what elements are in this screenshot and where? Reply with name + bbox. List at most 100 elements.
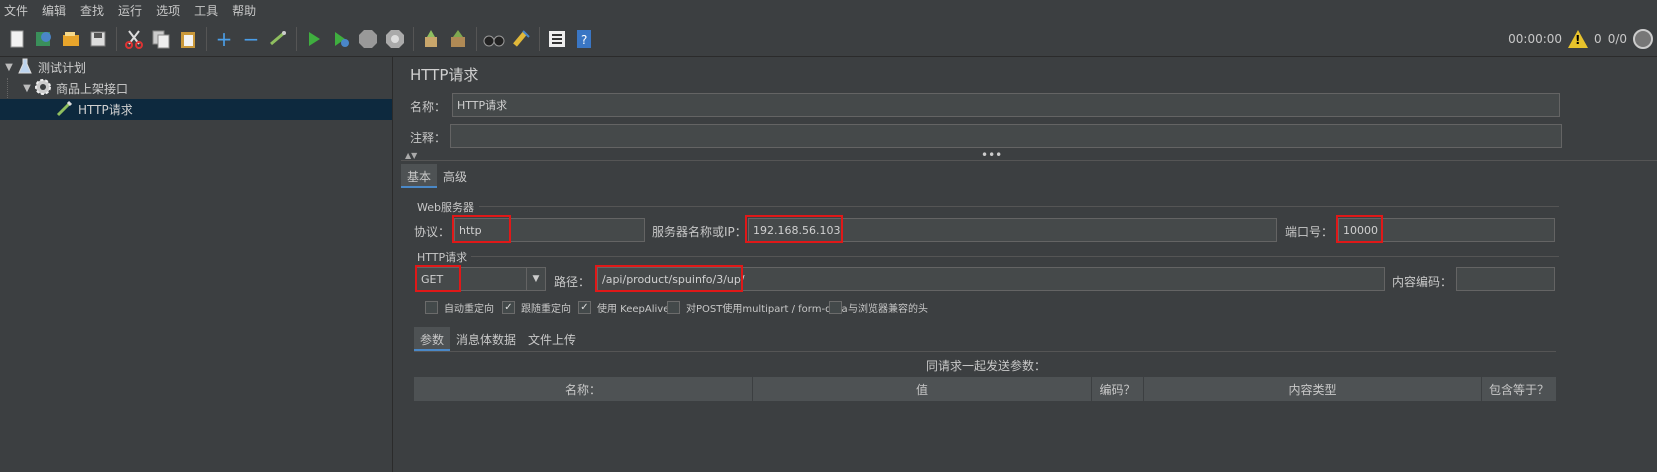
- open-icon[interactable]: [60, 28, 82, 50]
- highlight-box: [745, 215, 843, 243]
- checkbox-box[interactable]: [667, 301, 680, 314]
- toolbar-separator: [206, 26, 207, 51]
- pipette-icon: [56, 99, 74, 120]
- svg-text:?: ?: [581, 33, 587, 47]
- checkbox-auto-redirect[interactable]: 自动重定向: [425, 300, 494, 315]
- tab-file-upload[interactable]: 文件上传: [522, 327, 582, 351]
- chevron-down-icon[interactable]: ▼: [20, 83, 34, 94]
- params-table-header: 名称： 值 编码？ 内容类型 包含等于？: [414, 377, 1556, 401]
- column-header-content-type[interactable]: 内容类型: [1144, 377, 1482, 401]
- checkmark-icon[interactable]: ✓: [578, 301, 591, 314]
- templates-icon[interactable]: [33, 28, 55, 50]
- chevron-down-icon[interactable]: ▼: [526, 267, 546, 291]
- toolbar: + − ? 00:00:00 0 0/0: [0, 21, 1657, 57]
- menu-edit[interactable]: 编辑: [42, 2, 66, 19]
- splitter-handle-icon[interactable]: •••: [981, 148, 1002, 162]
- search-icon[interactable]: [483, 28, 505, 50]
- tree-item-thread-group[interactable]: ▼ 商品上架接口: [0, 78, 392, 99]
- save-icon[interactable]: [87, 28, 109, 50]
- checkbox-browser-headers[interactable]: 与浏览器兼容的头: [829, 300, 928, 315]
- warning-count: 0: [1594, 32, 1602, 46]
- encoding-label: 内容编码：: [1392, 275, 1453, 289]
- toolbar-separator: [539, 26, 540, 51]
- cut-icon[interactable]: [123, 28, 145, 50]
- tree-item-test-plan[interactable]: ▼ 测试计划: [0, 57, 392, 78]
- tab-divider: [414, 351, 1556, 352]
- protocol-label: 协议：: [414, 225, 451, 239]
- tab-parameters[interactable]: 参数: [414, 327, 451, 351]
- expand-icon[interactable]: +: [213, 27, 235, 51]
- help-icon[interactable]: ?: [573, 28, 595, 50]
- tab-body-data[interactable]: 消息体数据: [450, 327, 522, 351]
- web-server-group-title: Web服务器: [417, 201, 474, 214]
- port-label: 端口号：: [1285, 225, 1334, 239]
- toggle-icon[interactable]: [267, 28, 289, 50]
- toolbar-separator: [296, 26, 297, 51]
- name-field[interactable]: HTTP请求: [452, 93, 1560, 117]
- active-threads: 0/0: [1607, 32, 1627, 46]
- elapsed-timer: 00:00:00: [1508, 32, 1563, 46]
- copy-icon[interactable]: [150, 28, 172, 50]
- start-icon[interactable]: [303, 28, 325, 50]
- highlight-box: [415, 265, 461, 292]
- start-no-pause-icon[interactable]: [330, 28, 352, 50]
- chevron-down-icon[interactable]: ▼: [2, 62, 16, 73]
- column-header-include-equals[interactable]: 包含等于？: [1482, 377, 1556, 401]
- warning-icon[interactable]: [1568, 30, 1589, 48]
- reset-search-icon[interactable]: [510, 28, 532, 50]
- splitter-arrows-icon[interactable]: ▲▼: [405, 151, 417, 160]
- menu-help[interactable]: 帮助: [232, 2, 256, 19]
- shutdown-icon[interactable]: [384, 28, 406, 50]
- path-label: 路径：: [554, 275, 591, 289]
- request-data-tabs: 参数 消息体数据 文件上传: [414, 327, 582, 351]
- menu-run[interactable]: 运行: [118, 2, 142, 19]
- highlight-box: [595, 265, 743, 292]
- checkbox-box[interactable]: [829, 301, 842, 314]
- menu-file[interactable]: 文件: [4, 2, 28, 19]
- comment-label: 注释：: [410, 131, 447, 145]
- checkbox-box[interactable]: [425, 301, 438, 314]
- checkbox-follow-redirect[interactable]: ✓ 跟随重定向: [502, 300, 571, 315]
- menu-options[interactable]: 选项: [156, 2, 180, 19]
- collapse-icon[interactable]: −: [240, 27, 262, 51]
- paste-icon[interactable]: [177, 28, 199, 50]
- remote-globe-icon[interactable]: [1633, 29, 1653, 49]
- tab-basic[interactable]: 基本: [401, 164, 438, 188]
- column-header-encode[interactable]: 编码？: [1092, 377, 1144, 401]
- tree-item-label: HTTP请求: [78, 103, 133, 117]
- gear-icon: [34, 78, 52, 99]
- name-label: 名称：: [410, 100, 447, 114]
- toolbar-status: 00:00:00 0 0/0: [1508, 21, 1653, 57]
- checkbox-multipart[interactable]: 对POST使用multipart / form-data: [667, 300, 848, 315]
- checkbox-label: 使用 KeepAlive: [597, 304, 670, 315]
- new-icon[interactable]: [6, 28, 28, 50]
- toolbar-separator: [116, 26, 117, 51]
- tree-item-label: 测试计划: [38, 61, 87, 75]
- clear-icon[interactable]: [420, 28, 442, 50]
- checkbox-label: 与浏览器兼容的头: [848, 304, 928, 315]
- group-divider: [479, 206, 1559, 207]
- toolbar-separator: [476, 26, 477, 51]
- checkbox-label: 跟随重定向: [521, 304, 571, 315]
- http-request-panel: HTTP请求 名称： HTTP请求 注释： ▲▼ ••• 基本 高级 Web服务…: [401, 57, 1657, 472]
- menu-tools[interactable]: 工具: [194, 2, 218, 19]
- tree-item-http-request[interactable]: HTTP请求: [0, 99, 392, 120]
- clear-all-icon[interactable]: [447, 28, 469, 50]
- checkbox-keepalive[interactable]: ✓ 使用 KeepAlive: [578, 300, 669, 315]
- params-caption: 同请求一起发送参数：: [925, 359, 1046, 373]
- http-request-group-title: HTTP请求: [417, 251, 468, 264]
- comment-field[interactable]: [450, 124, 1562, 148]
- server-label: 服务器名称或IP：: [652, 225, 747, 239]
- checkbox-label: 对POST使用multipart / form-data: [686, 304, 848, 315]
- function-helper-icon[interactable]: [546, 28, 568, 50]
- column-header-value[interactable]: 值: [753, 377, 1092, 401]
- menu-search[interactable]: 查找: [80, 2, 104, 19]
- encoding-field[interactable]: [1456, 267, 1555, 291]
- checkmark-icon[interactable]: ✓: [502, 301, 515, 314]
- stop-icon[interactable]: [357, 28, 379, 50]
- panel-splitter[interactable]: ▲▼ •••: [401, 148, 1657, 162]
- highlight-box: [452, 215, 511, 243]
- tab-advanced[interactable]: 高级: [437, 164, 473, 188]
- column-header-name[interactable]: 名称：: [414, 377, 753, 401]
- menu-bar: 文件 编辑 查找 运行 选项 工具 帮助: [0, 0, 1657, 21]
